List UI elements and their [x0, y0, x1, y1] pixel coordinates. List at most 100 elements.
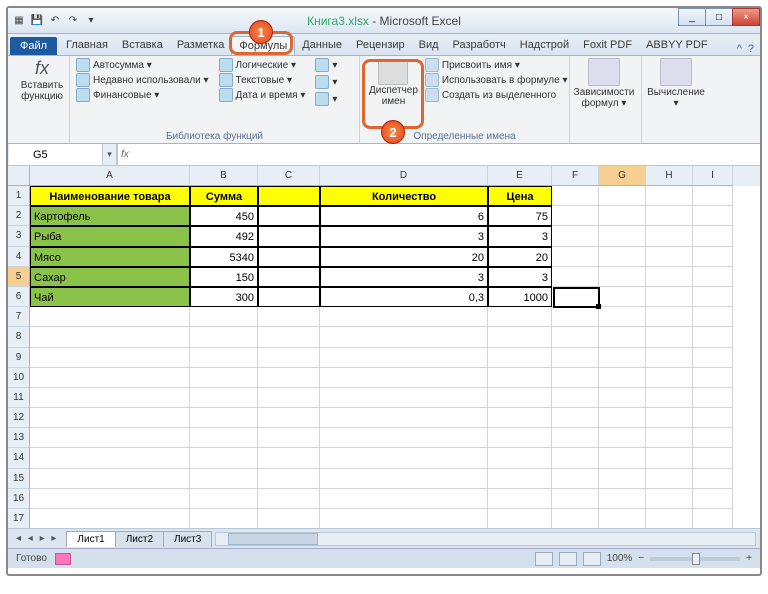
defined-names-item[interactable]: Создать из выделенного [425, 88, 568, 102]
cell[interactable] [258, 388, 320, 408]
cell[interactable] [693, 226, 733, 246]
c-cell[interactable] [258, 247, 320, 267]
cell[interactable] [646, 307, 693, 327]
cell[interactable] [190, 448, 258, 468]
column-header-I[interactable]: I [693, 166, 733, 186]
cell[interactable] [258, 428, 320, 448]
cell[interactable] [599, 428, 646, 448]
price-cell[interactable]: 20 [488, 247, 552, 267]
view-break-button[interactable] [583, 552, 601, 566]
header-cell[interactable]: Цена [488, 186, 552, 206]
undo-icon[interactable]: ↶ [48, 14, 62, 28]
cell[interactable] [552, 226, 599, 246]
cell[interactable] [488, 489, 552, 509]
cell[interactable] [646, 327, 693, 347]
zoom-level[interactable]: 100% [607, 553, 633, 564]
view-normal-button[interactable] [535, 552, 553, 566]
row-header-17[interactable]: 17 [8, 509, 30, 528]
cell[interactable] [693, 307, 733, 327]
cell[interactable] [693, 408, 733, 428]
cell[interactable] [488, 307, 552, 327]
cell[interactable] [599, 267, 646, 287]
cell[interactable] [30, 509, 190, 528]
cell[interactable] [30, 368, 190, 388]
row-header-16[interactable]: 16 [8, 489, 30, 509]
sheet-tab-active[interactable]: Лист1 [66, 531, 115, 547]
defined-names-item[interactable]: Использовать в формуле ▾ [425, 73, 568, 87]
cell[interactable] [552, 469, 599, 489]
column-header-E[interactable]: E [488, 166, 552, 186]
cell[interactable] [693, 267, 733, 287]
tab-Вставка[interactable]: Вставка [115, 36, 170, 55]
cell[interactable] [190, 307, 258, 327]
formula-auditing-button[interactable]: Зависимости формул ▾ [576, 58, 632, 109]
cell[interactable] [599, 327, 646, 347]
name-manager-button[interactable]: Диспетчер имен [366, 58, 421, 108]
c-cell[interactable] [258, 206, 320, 226]
cell[interactable] [552, 327, 599, 347]
cell[interactable] [190, 368, 258, 388]
cell[interactable] [646, 348, 693, 368]
tab-Разметка[interactable]: Разметка [170, 36, 232, 55]
name-cell[interactable]: Чай [30, 287, 190, 307]
cell[interactable] [258, 489, 320, 509]
cell[interactable] [258, 327, 320, 347]
row-header-2[interactable]: 2 [8, 206, 30, 226]
cell[interactable] [599, 247, 646, 267]
header-cell[interactable]: Наименование товара [30, 186, 190, 206]
cell[interactable] [693, 388, 733, 408]
zoom-slider[interactable] [650, 557, 740, 561]
close-button[interactable]: × [732, 8, 760, 26]
cell[interactable] [320, 489, 488, 509]
cell[interactable] [599, 226, 646, 246]
price-cell[interactable]: 1000 [488, 287, 552, 307]
cell[interactable] [258, 469, 320, 489]
cell[interactable] [258, 348, 320, 368]
row-header-1[interactable]: 1 [8, 186, 30, 206]
cell[interactable] [552, 368, 599, 388]
cell[interactable] [552, 489, 599, 509]
name-cell[interactable]: Мясо [30, 247, 190, 267]
column-header-C[interactable]: C [258, 166, 320, 186]
cell[interactable] [646, 469, 693, 489]
cell[interactable] [599, 206, 646, 226]
cell[interactable] [552, 348, 599, 368]
cell[interactable] [488, 408, 552, 428]
cell[interactable] [552, 186, 599, 206]
tab-Вид[interactable]: Вид [412, 36, 446, 55]
name-cell[interactable]: Картофель [30, 206, 190, 226]
cell[interactable] [488, 327, 552, 347]
cell[interactable] [190, 489, 258, 509]
cell[interactable] [646, 368, 693, 388]
lookup-ref-menu[interactable]: ▾ [315, 58, 337, 72]
cell[interactable] [646, 226, 693, 246]
qat-dropdown-icon[interactable]: ▾ [84, 14, 98, 28]
function-library-item[interactable]: Текстовые ▾ [219, 73, 306, 87]
cell[interactable] [693, 348, 733, 368]
function-library-item[interactable]: Автосумма ▾ [76, 58, 209, 72]
column-header-F[interactable]: F [552, 166, 599, 186]
cell[interactable] [320, 348, 488, 368]
math-trig-menu[interactable]: ▾ [315, 75, 337, 89]
sheet-tab[interactable]: Лист2 [115, 531, 164, 547]
minimize-button[interactable]: _ [678, 8, 706, 26]
view-layout-button[interactable] [559, 552, 577, 566]
cell[interactable] [552, 408, 599, 428]
cell[interactable] [552, 206, 599, 226]
cell[interactable] [30, 388, 190, 408]
header-cell[interactable] [258, 186, 320, 206]
row-header-10[interactable]: 10 [8, 368, 30, 388]
cell[interactable] [646, 509, 693, 528]
tab-file[interactable]: Файл [10, 37, 57, 55]
price-cell[interactable]: 75 [488, 206, 552, 226]
row-header-12[interactable]: 12 [8, 408, 30, 428]
cell[interactable] [693, 327, 733, 347]
tab-Главная[interactable]: Главная [59, 36, 115, 55]
cell[interactable] [646, 428, 693, 448]
cell[interactable] [599, 388, 646, 408]
name-cell[interactable]: Рыба [30, 226, 190, 246]
row-header-15[interactable]: 15 [8, 469, 30, 489]
tab-Разработч[interactable]: Разработч [446, 36, 513, 55]
tab-Рецензир[interactable]: Рецензир [349, 36, 412, 55]
cell[interactable] [693, 509, 733, 528]
